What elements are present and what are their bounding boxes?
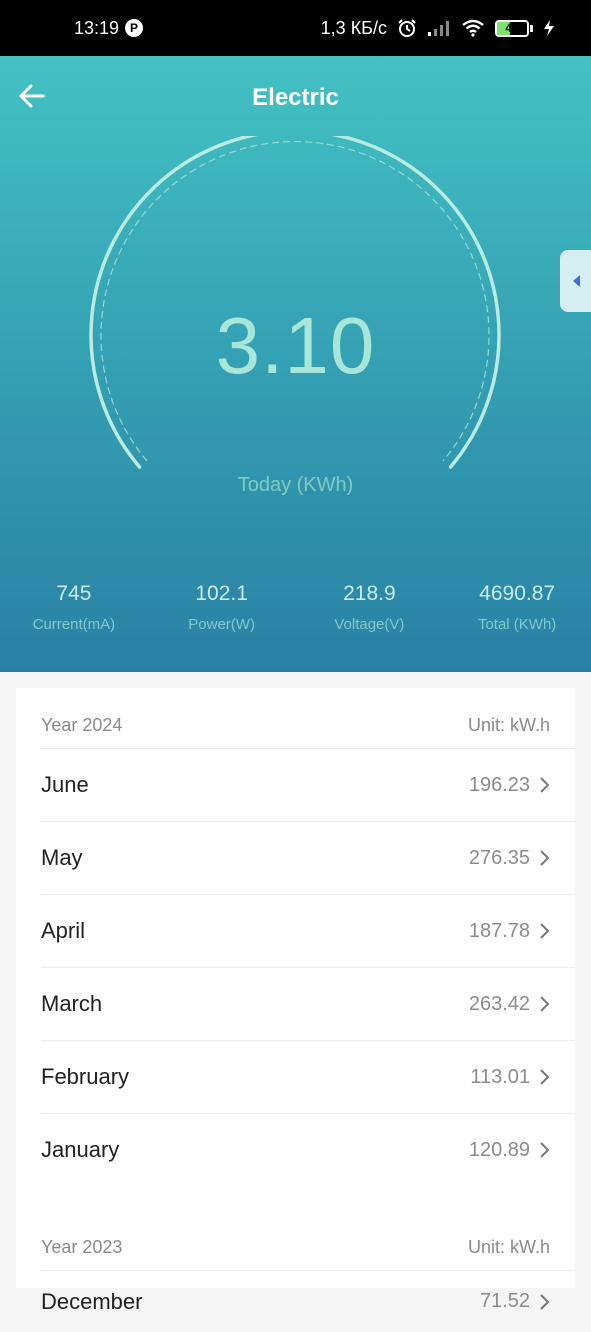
- charging-icon: [544, 20, 554, 36]
- month-row-february[interactable]: February 113.01: [41, 1040, 575, 1113]
- year-title: Year 2023: [41, 1237, 123, 1257]
- month-row-march[interactable]: March 263.42: [41, 967, 575, 1040]
- month-row-april[interactable]: April 187.78: [41, 894, 575, 967]
- month-value-group: 263.42: [469, 993, 550, 1016]
- month-value-group: 196.23: [469, 774, 550, 797]
- status-left: 13:19 P: [74, 17, 144, 39]
- stat-voltage: 218.9 Voltage(V): [296, 582, 444, 633]
- stat-label: Voltage(V): [334, 616, 405, 633]
- network-speed: 1,3 КБ/с: [320, 17, 387, 38]
- battery-percent: 43: [505, 20, 519, 35]
- chevron-right-icon: [540, 1293, 550, 1310]
- chevron-right-icon: [540, 1142, 550, 1158]
- month-value-group: 113.01: [470, 1066, 550, 1089]
- month-value: 120.89: [468, 1138, 530, 1161]
- app-notification-icon: P: [125, 19, 144, 37]
- unit-label: Unit: kW.h: [467, 715, 550, 735]
- stat-label: Power(W): [188, 616, 255, 633]
- chevron-right-icon: [540, 996, 550, 1012]
- alarm-icon: [398, 19, 416, 37]
- chevron-right-icon: [540, 850, 550, 866]
- month-value-group: 187.78: [469, 920, 550, 943]
- month-value-group: 71.52: [480, 1290, 550, 1313]
- month-value-group: 120.89: [469, 1139, 550, 1162]
- hero-panel: Electric 3.10 Today (KWh) 745 Current(mA…: [0, 56, 591, 672]
- month-value: 113.01: [470, 1065, 530, 1088]
- year-header-2023: Year 2023 Unit: kW.h: [16, 1186, 575, 1270]
- wifi-icon: [462, 19, 484, 37]
- status-time: 13:19: [74, 17, 120, 38]
- caret-left-icon: [572, 275, 580, 287]
- stat-total: 4690.87 Total (KWh): [443, 582, 591, 633]
- stat-value: 745: [56, 582, 92, 605]
- stat-value: 4690.87: [479, 582, 556, 605]
- month-name: December: [41, 1288, 143, 1314]
- month-name: June: [41, 772, 89, 797]
- month-row-june[interactable]: June 196.23: [41, 748, 575, 821]
- stat-value: 218.9: [343, 582, 396, 605]
- month-row-january[interactable]: January 120.89: [41, 1113, 575, 1186]
- month-value: 196.23: [468, 773, 530, 796]
- unit-label: Unit: kW.h: [467, 1237, 550, 1257]
- battery-body: 43: [495, 19, 529, 37]
- signal-icon: [428, 21, 449, 36]
- chevron-right-icon: [540, 1069, 550, 1085]
- month-name: February: [41, 1064, 130, 1089]
- stat-label: Total (KWh): [477, 616, 557, 633]
- battery-icon: 43: [495, 19, 533, 37]
- battery-tip: [530, 24, 533, 32]
- page-title: Electric: [252, 84, 339, 111]
- month-name: January: [41, 1137, 120, 1162]
- month-value: 71.52: [479, 1290, 530, 1312]
- history-list: Year 2024 Unit: kW.h June 196.23 May 276…: [16, 688, 575, 1314]
- year-title: Year 2024: [41, 715, 123, 735]
- month-name: March: [41, 991, 103, 1016]
- stat-label: Current(mA): [32, 616, 116, 633]
- today-energy-value: 3.10: [215, 301, 376, 390]
- status-right: 1,3 КБ/с 43: [321, 18, 555, 39]
- stat-current: 745 Current(mA): [0, 582, 148, 633]
- month-value-group: 276.35: [469, 847, 550, 870]
- stat-value: 102.1: [195, 582, 248, 605]
- month-name: April: [41, 918, 86, 943]
- month-value: 263.42: [468, 992, 530, 1015]
- month-row-may[interactable]: May 276.35: [41, 821, 575, 894]
- chevron-right-icon: [540, 923, 550, 939]
- month-name: May: [41, 845, 83, 870]
- month-value: 276.35: [468, 846, 530, 869]
- year-header-2024: Year 2024 Unit: kW.h: [16, 688, 575, 748]
- chevron-right-icon: [540, 777, 550, 793]
- stat-power: 102.1 Power(W): [148, 582, 296, 633]
- status-bar: 13:19 P 1,3 КБ/с 43: [0, 0, 591, 56]
- today-energy-label: Today (KWh): [237, 474, 354, 496]
- month-value: 187.78: [468, 919, 530, 942]
- stats-row: 745 Current(mA) 102.1 Power(W) 218.9 Vol…: [0, 582, 591, 633]
- month-row-december[interactable]: December 71.52: [41, 1270, 575, 1332]
